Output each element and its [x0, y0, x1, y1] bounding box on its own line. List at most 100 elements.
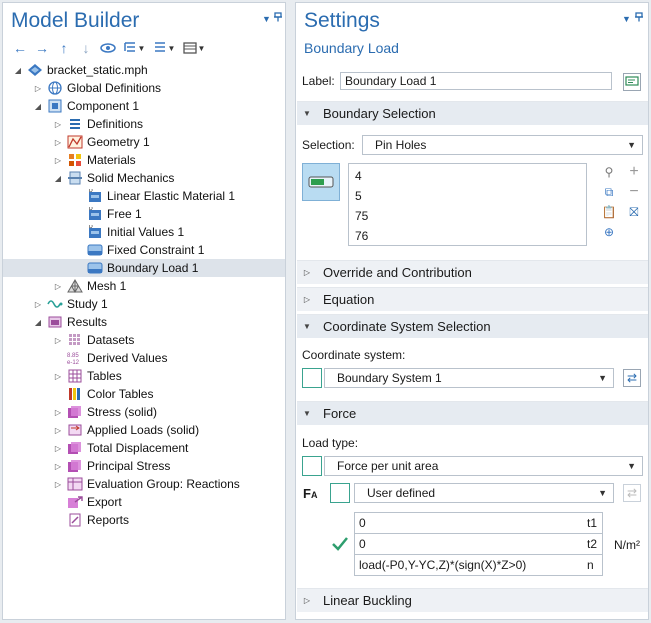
paste-icon[interactable]: 📋 [601, 204, 617, 220]
list-item[interactable]: 75 [355, 206, 580, 226]
svg-text:D: D [89, 225, 93, 230]
expand-arrow-icon[interactable]: ▷ [53, 444, 63, 453]
tree-item-label: Geometry 1 [87, 135, 150, 149]
force-component-n-input[interactable]: load(-P0,Y-YC,Z)*(sign(X)*Z>0) [354, 554, 584, 576]
geometry-icon [67, 135, 83, 149]
tree-item[interactable]: ▷ Total Displacement [3, 439, 285, 457]
go-to-source-icon[interactable]: ⇄ [623, 369, 641, 387]
copy-icon[interactable]: ⧉ [601, 184, 617, 200]
expand-arrow-icon[interactable]: ▷ [53, 156, 63, 165]
expand-arrow-icon[interactable]: ▷ [53, 372, 63, 381]
tree-item[interactable]: Color Tables [3, 385, 285, 403]
tree-item[interactable]: ▷ Mesh 1 [3, 277, 285, 295]
tree-item[interactable]: ▷ Study 1 [3, 295, 285, 313]
tree-item-label: Definitions [87, 117, 144, 131]
tree-item[interactable]: ▷ Datasets [3, 331, 285, 349]
settings-menu-icon[interactable]: ▼ [622, 14, 631, 24]
svg-text:D: D [89, 189, 93, 194]
expand-arrow-icon[interactable]: ▷ [33, 84, 43, 93]
list-item[interactable]: 76 [355, 226, 580, 246]
derived-values-icon: 8.85 e-12 [67, 351, 83, 365]
tree-item-label: Component 1 [67, 99, 140, 113]
label-edit-icon[interactable] [623, 73, 641, 91]
expand-tree-icon[interactable]: ▼ [121, 39, 147, 57]
tree-item[interactable]: 8.85 e-12 Derived Values [3, 349, 285, 367]
tree-item[interactable]: ◢ Results [3, 313, 285, 331]
list-item[interactable]: 5 [355, 186, 580, 206]
load-type-dropdown[interactable]: Force per unit area ▼ [324, 456, 643, 476]
evaluation-group-icon [67, 477, 83, 491]
show-icon[interactable] [99, 39, 117, 57]
section-force[interactable]: ▼ Force [297, 401, 648, 425]
add-icon[interactable]: + [626, 163, 642, 180]
collapse-arrow-icon: ▼ [303, 322, 311, 331]
tree-item[interactable]: Fixed Constraint 1 [3, 241, 285, 259]
tree-item[interactable]: ▷ Principal Stress [3, 457, 285, 475]
section-linear-buckling[interactable]: ▷ Linear Buckling [297, 588, 648, 612]
tree-item[interactable]: ▷ Tables [3, 367, 285, 385]
list-item[interactable]: 4 [355, 166, 580, 186]
section-equation[interactable]: ▷ Equation [297, 287, 648, 311]
move-down-icon[interactable]: ↓ [77, 39, 95, 57]
tree-item[interactable]: ▷ Materials [3, 151, 285, 169]
expand-arrow-icon[interactable]: ▷ [33, 300, 43, 309]
panel-menu-icon[interactable]: ▼ [262, 14, 271, 24]
paint-selection-icon[interactable]: ⚲ [601, 164, 617, 180]
expand-arrow-icon[interactable]: ▷ [53, 138, 63, 147]
fa-mode-dropdown[interactable]: User defined ▼ [354, 483, 614, 503]
boundary-list[interactable]: 4 5 75 76 [348, 163, 587, 246]
tree-item[interactable]: D Initial Values 1 [3, 223, 285, 241]
expand-arrow-icon[interactable]: ▷ [53, 480, 63, 489]
tree-item[interactable]: ◢ Solid Mechanics [3, 169, 285, 187]
tables-icon [67, 369, 83, 383]
tree-item[interactable]: D Linear Elastic Material 1 [3, 187, 285, 205]
tree-item-label: Evaluation Group: Reactions [87, 477, 240, 491]
expand-arrow-icon[interactable]: ▷ [53, 462, 63, 471]
coord-system-dropdown[interactable]: Boundary System 1 ▼ [324, 368, 614, 388]
tree-item[interactable]: ◢ Component 1 [3, 97, 285, 115]
tree-item[interactable]: Export [3, 493, 285, 511]
expand-arrow-icon: ▷ [303, 268, 311, 277]
load-type-caption: Load type: [302, 436, 359, 450]
collapse-arrow-icon[interactable]: ◢ [13, 66, 23, 75]
zoom-to-selection-icon[interactable]: ⊕ [601, 224, 617, 240]
tree-item[interactable]: ▷ Global Definitions [3, 79, 285, 97]
activate-selection-button[interactable] [302, 163, 340, 201]
tree-item[interactable]: ▷ Geometry 1 [3, 133, 285, 151]
expand-arrow-icon[interactable]: ▷ [53, 426, 63, 435]
label-input[interactable]: Boundary Load 1 [340, 72, 612, 90]
tree-item[interactable]: D Free 1 [3, 205, 285, 223]
section-override-contribution[interactable]: ▷ Override and Contribution [297, 260, 648, 284]
clear-selection-icon[interactable]: ⛝ [626, 204, 642, 220]
results-icon [47, 315, 63, 329]
tree-item[interactable]: ▷ Stress (solid) [3, 403, 285, 421]
section-boundary-selection[interactable]: ▼ Boundary Selection [297, 101, 648, 125]
pin-icon[interactable] [634, 12, 644, 22]
remove-icon[interactable]: − [626, 183, 642, 200]
tree-item[interactable]: ▷ Definitions [3, 115, 285, 133]
tree-item[interactable]: ◢ bracket_static.mph [3, 61, 285, 79]
collapse-arrow-icon[interactable]: ◢ [53, 174, 63, 183]
tree-item[interactable]: Reports [3, 511, 285, 529]
selection-dropdown[interactable]: Pin Holes ▼ [362, 135, 643, 155]
tree-item-label: Boundary Load 1 [107, 261, 199, 275]
expand-arrow-icon[interactable]: ▷ [53, 408, 63, 417]
forward-arrow-icon[interactable]: → [33, 39, 51, 57]
expand-arrow-icon[interactable]: ▷ [53, 120, 63, 129]
expand-arrow-icon[interactable]: ▷ [53, 336, 63, 345]
pin-icon[interactable] [273, 12, 283, 22]
collapse-tree-icon[interactable]: ▼ [151, 39, 177, 57]
collapse-arrow-icon[interactable]: ◢ [33, 102, 43, 111]
collapse-arrow-icon[interactable]: ◢ [33, 318, 43, 327]
force-component-t2-input[interactable]: 0 [354, 533, 584, 555]
section-coordinate-system[interactable]: ▼ Coordinate System Selection [297, 314, 648, 338]
back-arrow-icon[interactable]: ← [11, 39, 29, 57]
expand-arrow-icon[interactable]: ▷ [53, 282, 63, 291]
move-up-icon[interactable]: ↑ [55, 39, 73, 57]
tree-item[interactable]: ▷ Evaluation Group: Reactions [3, 475, 285, 493]
settings-panel: Settings ▼ Boundary Load Label: Boundary… [295, 2, 649, 620]
layout-icon[interactable]: ▼ [181, 39, 207, 57]
force-component-t1-input[interactable]: 0 [354, 512, 584, 534]
tree-item[interactable]: ▷ Applied Loads (solid) [3, 421, 285, 439]
tree-item[interactable]: Boundary Load 1 [3, 259, 285, 277]
